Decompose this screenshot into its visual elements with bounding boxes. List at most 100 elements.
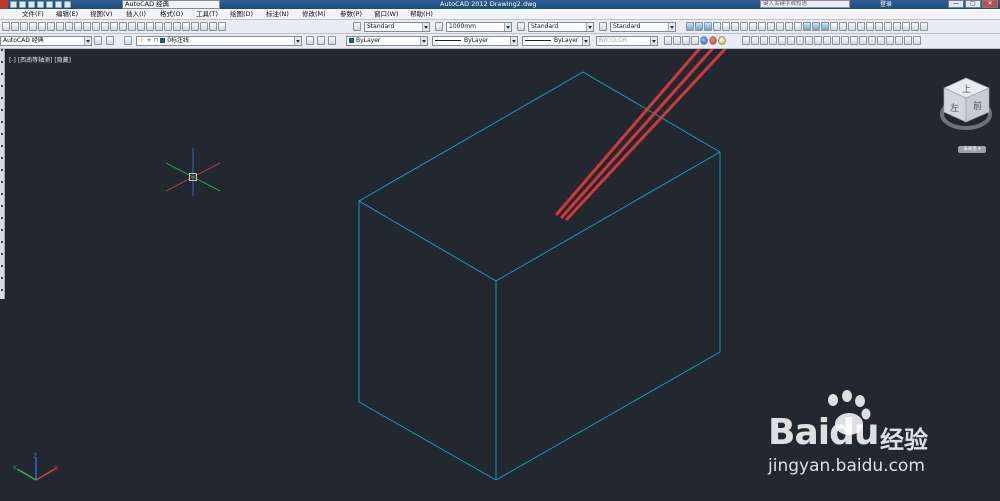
loft-icon[interactable] bbox=[868, 36, 876, 45]
chevron-down-icon[interactable] bbox=[84, 37, 91, 45]
chevron-down-icon[interactable] bbox=[650, 37, 657, 45]
make-current-layer-icon[interactable] bbox=[306, 36, 314, 45]
right-view-icon[interactable] bbox=[740, 22, 748, 31]
zoom-previous-icon[interactable] bbox=[155, 22, 163, 31]
text-style-dropdown[interactable]: Standard bbox=[364, 22, 430, 32]
named-ucs-icon[interactable] bbox=[920, 22, 928, 31]
shaded-icon[interactable] bbox=[718, 36, 726, 45]
dim-style-dropdown[interactable]: 1000mm bbox=[446, 22, 512, 32]
workspace-settings-icon[interactable] bbox=[94, 36, 102, 45]
extrude-icon[interactable] bbox=[832, 36, 840, 45]
save-as-icon[interactable] bbox=[37, 1, 44, 8]
block-editor-icon[interactable] bbox=[101, 22, 109, 31]
undo-icon[interactable] bbox=[110, 22, 118, 31]
layer-previous-icon[interactable] bbox=[317, 36, 325, 45]
intersect-icon[interactable] bbox=[895, 36, 903, 45]
menu-file[interactable]: 文件(F) bbox=[22, 9, 44, 20]
3d-rotate-icon[interactable] bbox=[913, 36, 921, 45]
polysolid-icon[interactable] bbox=[742, 36, 750, 45]
layer-state-icon[interactable] bbox=[328, 36, 336, 45]
top-view-icon[interactable] bbox=[713, 22, 721, 31]
redo-icon[interactable] bbox=[64, 1, 71, 8]
ucs-z-icon[interactable] bbox=[902, 22, 910, 31]
ucs-x-icon[interactable] bbox=[884, 22, 892, 31]
ucs-zaxis-icon[interactable] bbox=[866, 22, 874, 31]
chevron-down-icon[interactable] bbox=[504, 23, 511, 31]
menu-parametric[interactable]: 参数(P) bbox=[340, 9, 362, 20]
preview-icon[interactable] bbox=[38, 22, 46, 31]
menu-edit[interactable]: 编辑(E) bbox=[56, 9, 78, 20]
menu-draw[interactable]: 绘图(D) bbox=[230, 9, 253, 20]
ucs-origin-icon[interactable] bbox=[857, 22, 865, 31]
application-menu-button[interactable] bbox=[0, 0, 8, 9]
nw-iso-icon[interactable] bbox=[794, 22, 802, 31]
layer-dropdown[interactable]: ☼ ☀ ⊓ 0标注线 bbox=[136, 36, 302, 46]
cut-icon[interactable] bbox=[65, 22, 73, 31]
ucs-3point-icon[interactable] bbox=[875, 22, 883, 31]
workspace-dropdown[interactable]: AutoCAD 经典 bbox=[0, 36, 92, 46]
undo-icon[interactable] bbox=[55, 1, 62, 8]
mleader-style-dropdown[interactable]: Standard bbox=[610, 22, 676, 32]
publish-icon[interactable] bbox=[47, 22, 55, 31]
dim-style-icon[interactable] bbox=[435, 22, 443, 31]
redo-icon[interactable] bbox=[119, 22, 127, 31]
match-properties-icon[interactable] bbox=[92, 22, 100, 31]
ucs-icon[interactable] bbox=[803, 22, 811, 31]
linetype-dropdown[interactable]: ByLayer bbox=[432, 36, 518, 46]
table-style-dropdown[interactable]: Standard bbox=[528, 22, 594, 32]
text-style-icon[interactable] bbox=[353, 22, 361, 31]
3d-print-icon[interactable] bbox=[56, 22, 64, 31]
mleader-style-icon[interactable] bbox=[599, 22, 607, 31]
ucs-face-icon[interactable] bbox=[830, 22, 838, 31]
revolve-icon[interactable] bbox=[859, 36, 867, 45]
chevron-down-icon[interactable] bbox=[510, 37, 517, 45]
wireframe-3d-icon[interactable] bbox=[682, 36, 690, 45]
ucs-previous-icon[interactable] bbox=[821, 22, 829, 31]
save-icon[interactable] bbox=[20, 22, 28, 31]
sweep-icon[interactable] bbox=[850, 36, 858, 45]
help-icon[interactable] bbox=[218, 22, 226, 31]
3d-move-icon[interactable] bbox=[904, 36, 912, 45]
cone-icon[interactable] bbox=[769, 36, 777, 45]
free-orbit-icon[interactable] bbox=[695, 22, 703, 31]
chevron-down-icon[interactable] bbox=[294, 37, 301, 45]
view-cube[interactable]: 上 左 前 bbox=[940, 77, 992, 130]
orbit-icon[interactable] bbox=[686, 22, 694, 31]
paste-icon[interactable] bbox=[83, 22, 91, 31]
chevron-down-icon[interactable] bbox=[582, 37, 589, 45]
menu-window[interactable]: 窗口(W) bbox=[374, 9, 399, 20]
ucs-y-icon[interactable] bbox=[893, 22, 901, 31]
sheet-set-icon[interactable] bbox=[191, 22, 199, 31]
bottom-view-icon[interactable] bbox=[722, 22, 730, 31]
realistic-icon[interactable] bbox=[700, 36, 708, 45]
open-icon[interactable] bbox=[19, 1, 26, 8]
ucs-world-icon[interactable] bbox=[812, 22, 820, 31]
back-view-icon[interactable] bbox=[758, 22, 766, 31]
ucs-apply-icon[interactable] bbox=[911, 22, 919, 31]
plot-icon[interactable] bbox=[29, 22, 37, 31]
pyramid-icon[interactable] bbox=[805, 36, 813, 45]
quickcalc-icon[interactable] bbox=[209, 22, 217, 31]
chevron-down-icon[interactable] bbox=[422, 23, 429, 31]
search-input[interactable]: 键入关键字或短语 bbox=[760, 0, 850, 8]
ucs-object-icon[interactable] bbox=[839, 22, 847, 31]
workspace-dropdown[interactable]: AutoCAD 经典 bbox=[122, 0, 220, 9]
cylinder-icon[interactable] bbox=[787, 36, 795, 45]
menu-modify[interactable]: 修改(M) bbox=[302, 9, 326, 20]
new-icon[interactable] bbox=[2, 22, 10, 31]
design-center-icon[interactable] bbox=[173, 22, 181, 31]
tool-palettes-icon[interactable] bbox=[182, 22, 190, 31]
minimize-button[interactable]: — bbox=[948, 0, 964, 8]
save-icon[interactable] bbox=[28, 1, 35, 8]
subtract-icon[interactable] bbox=[886, 36, 894, 45]
plot-icon[interactable] bbox=[46, 1, 53, 8]
copy-icon[interactable] bbox=[74, 22, 82, 31]
presspull-icon[interactable] bbox=[841, 36, 849, 45]
maximize-button[interactable]: ▢ bbox=[965, 0, 981, 8]
planar-surface-icon[interactable] bbox=[823, 36, 831, 45]
conceptual-icon[interactable] bbox=[709, 36, 717, 45]
menu-help[interactable]: 帮助(H) bbox=[410, 9, 433, 20]
menu-insert[interactable]: 插入(I) bbox=[126, 9, 146, 20]
se-iso-icon[interactable] bbox=[776, 22, 784, 31]
zoom-window-icon[interactable] bbox=[146, 22, 154, 31]
